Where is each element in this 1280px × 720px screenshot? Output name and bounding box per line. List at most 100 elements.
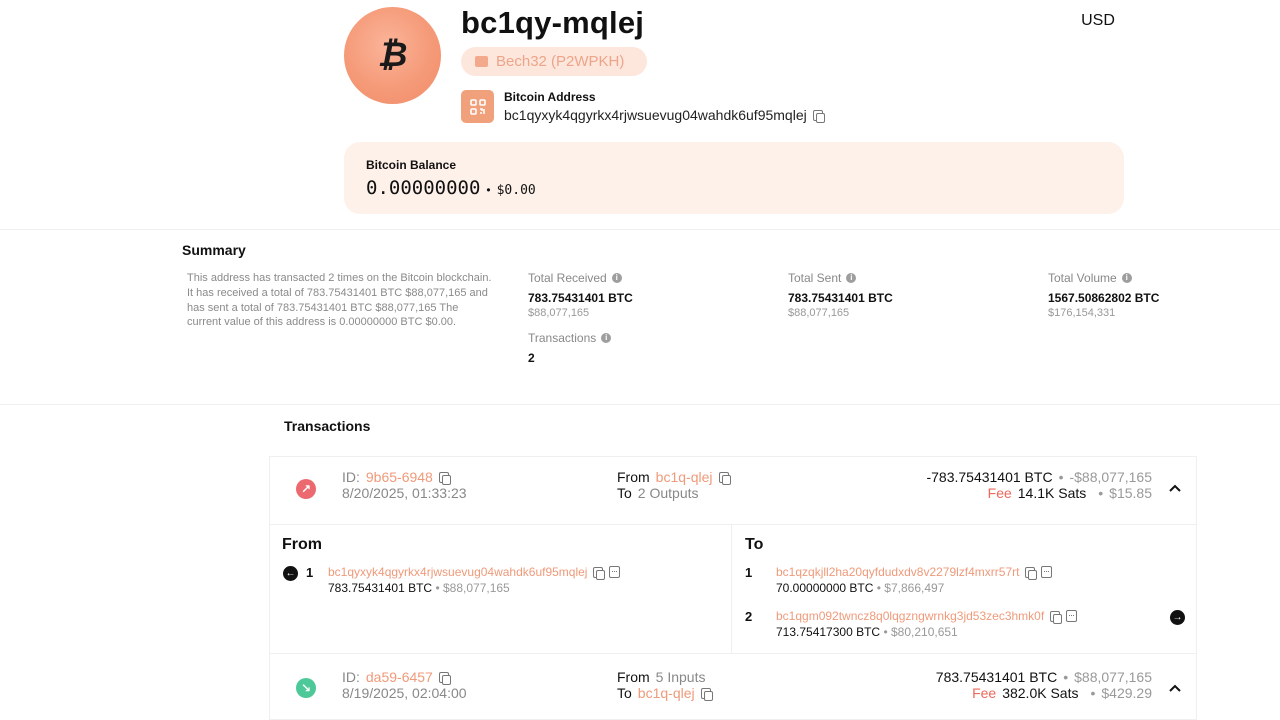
bitcoin-avatar: ₿: [344, 7, 441, 104]
chevron-up-icon[interactable]: [1168, 681, 1182, 695]
transaction-row[interactable]: ↘ ID: da59-6457 8/19/2025, 02:04:00 From…: [270, 654, 1196, 720]
address-type-label: Bech32 (P2WPKH): [496, 53, 625, 70]
stat-total-sent: Total Sent i 783.75431401 BTC $88,077,165: [788, 271, 893, 319]
page-title: bc1qy-mqlej: [461, 5, 645, 40]
stat-usd: $88,077,165: [788, 307, 850, 319]
tx-from: From bc1q-qlej: [617, 469, 731, 485]
address-full: bc1qyxyk4qgyrkx4rjwsuevug04wahdk6uf95mql…: [504, 107, 825, 123]
copy-icon[interactable]: [438, 471, 451, 485]
divider: [0, 229, 1280, 230]
tx-fee: Fee 14.1K Sats • $15.85: [987, 485, 1152, 501]
info-icon[interactable]: i: [611, 273, 622, 283]
to-heading: To: [745, 536, 764, 553]
info-icon[interactable]: i: [601, 333, 612, 343]
copy-icon[interactable]: [438, 671, 451, 685]
stat-total-volume: Total Volume i 1567.50862802 BTC $176,154…: [1048, 271, 1159, 319]
output-amount: 70.00000000 BTC • $7,866,497: [776, 581, 945, 595]
arrow-up-right-icon: ↗: [296, 479, 316, 499]
calculator-icon[interactable]: [1066, 610, 1078, 622]
fee-label: Fee: [987, 485, 1012, 501]
from-address-link[interactable]: bc1q-qlej: [656, 469, 713, 485]
bitcoin-icon: ₿: [377, 36, 408, 74]
input-amount: 783.75431401 BTC • $88,077,165: [328, 581, 510, 595]
address-label: Bitcoin Address: [504, 90, 596, 104]
arrow-right-icon[interactable]: →: [1170, 610, 1185, 625]
tx-id-link[interactable]: 9b65-6948: [366, 469, 433, 485]
input-usd: $88,077,165: [442, 581, 510, 595]
qr-code-icon[interactable]: [461, 90, 494, 123]
summary-text: This address has transacted 2 times on t…: [187, 272, 492, 329]
tx-id-link[interactable]: da59-6457: [366, 669, 433, 685]
stat-usd: $88,077,165: [528, 307, 590, 319]
tx-fee: Fee 382.0K Sats • $429.29: [972, 685, 1152, 701]
output-index: 1: [745, 565, 753, 580]
input-index: 1: [306, 565, 314, 580]
copy-icon[interactable]: [593, 566, 606, 580]
output-usd: $80,210,651: [890, 625, 958, 639]
fee-usd: $429.29: [1101, 685, 1152, 701]
currency-selector[interactable]: USD: [1076, 12, 1120, 34]
balance-usd: $0.00: [496, 183, 536, 198]
stat-label: Total Received: [528, 271, 607, 285]
stat-transactions: Transactions i 2: [528, 331, 612, 365]
to-label: To: [617, 685, 632, 701]
tx-id-label: ID:: [342, 669, 360, 685]
output-address: bc1qgm092twncz8q0lqgzngwrnkg3jd53zec3hmk…: [776, 609, 1078, 624]
copy-icon[interactable]: [812, 109, 825, 123]
address-type-badge: Bech32 (P2WPKH): [461, 47, 647, 76]
balance-btc: 0.00000000: [366, 177, 481, 199]
arrow-left-icon[interactable]: ←: [283, 566, 298, 581]
tx-amount: 783.75431401 BTC • $88,077,165: [935, 669, 1152, 685]
amount-usd: -$88,077,165: [1069, 469, 1152, 485]
info-icon[interactable]: i: [1121, 273, 1132, 283]
balance-card: Bitcoin Balance 0.00000000 • $0.00: [344, 142, 1124, 214]
from-heading: From: [282, 536, 322, 553]
tx-date: 8/19/2025, 02:04:00: [342, 685, 467, 701]
copy-icon[interactable]: [718, 471, 731, 485]
arrow-down-right-icon: ↘: [296, 678, 316, 698]
wallet-icon: [475, 56, 488, 67]
stat-usd: $176,154,331: [1048, 307, 1116, 319]
balance-separator: •: [486, 183, 491, 197]
output-amount: 713.75417300 BTC • $80,210,651: [776, 625, 958, 639]
from-label: From: [617, 669, 650, 685]
from-label: From: [617, 469, 650, 485]
to-address-link[interactable]: bc1q-qlej: [638, 685, 695, 701]
amount-usd: $88,077,165: [1074, 669, 1152, 685]
tx-id: ID: 9b65-6948: [342, 469, 451, 485]
copy-icon[interactable]: [1050, 610, 1063, 624]
info-icon[interactable]: i: [846, 273, 857, 283]
chevron-up-icon[interactable]: [1168, 481, 1182, 495]
tx-date: 8/20/2025, 01:33:23: [342, 485, 467, 501]
stat-label: Total Volume: [1048, 271, 1117, 285]
tx-id: ID: da59-6457: [342, 669, 451, 685]
transaction-row[interactable]: ↗ ID: 9b65-6948 8/20/2025, 01:33:23 From…: [270, 457, 1196, 525]
output-address-link[interactable]: bc1qgm092twncz8q0lqgzngwrnkg3jd53zec3hmk…: [776, 609, 1044, 623]
balance-label: Bitcoin Balance: [366, 158, 457, 172]
inputs-section: From ← 1 bc1qyxyk4qgyrkx4rjwsuevug04wahd…: [270, 525, 732, 653]
output-row: 2 bc1qgm092twncz8q0lqgzngwrnkg3jd53zec3h…: [733, 609, 1193, 649]
output-row: 1 bc1qzqkjll2ha20qyfdudxdv8v2279lzf4mxrr…: [733, 565, 1193, 605]
amount-btc: 783.75431401 BTC: [935, 669, 1058, 685]
stat-total-received: Total Received i 783.75431401 BTC $88,077…: [528, 271, 633, 319]
stat-btc: 783.75431401 BTC: [528, 291, 633, 305]
calculator-icon[interactable]: [609, 566, 621, 578]
amount-btc: -783.75431401 BTC: [926, 469, 1053, 485]
calculator-icon[interactable]: [1041, 566, 1053, 578]
output-address-link[interactable]: bc1qzqkjll2ha20qyfdudxdv8v2279lzf4mxrr57…: [776, 565, 1019, 579]
stat-label: Total Sent: [788, 271, 842, 285]
input-row: ← 1 bc1qyxyk4qgyrkx4rjwsuevug04wahdk6uf9…: [270, 565, 730, 605]
output-btc: 70.00000000 BTC: [776, 581, 874, 595]
address-full-text: bc1qyxyk4qgyrkx4rjwsuevug04wahdk6uf95mql…: [504, 107, 807, 123]
to-outputs: 2 Outputs: [637, 485, 699, 501]
from-inputs: 5 Inputs: [655, 669, 706, 685]
divider: [0, 404, 1280, 405]
tx-id-label: ID:: [342, 469, 360, 485]
copy-icon[interactable]: [700, 687, 713, 701]
fee-usd: $15.85: [1109, 485, 1152, 501]
input-address-link[interactable]: bc1qyxyk4qgyrkx4rjwsuevug04wahdk6uf95mql…: [328, 565, 587, 579]
stat-count: 2: [528, 351, 535, 365]
transactions-title: Transactions: [284, 418, 371, 434]
outputs-section: To 1 bc1qzqkjll2ha20qyfdudxdv8v2279lzf4m…: [733, 525, 1196, 653]
copy-icon[interactable]: [1025, 566, 1038, 580]
